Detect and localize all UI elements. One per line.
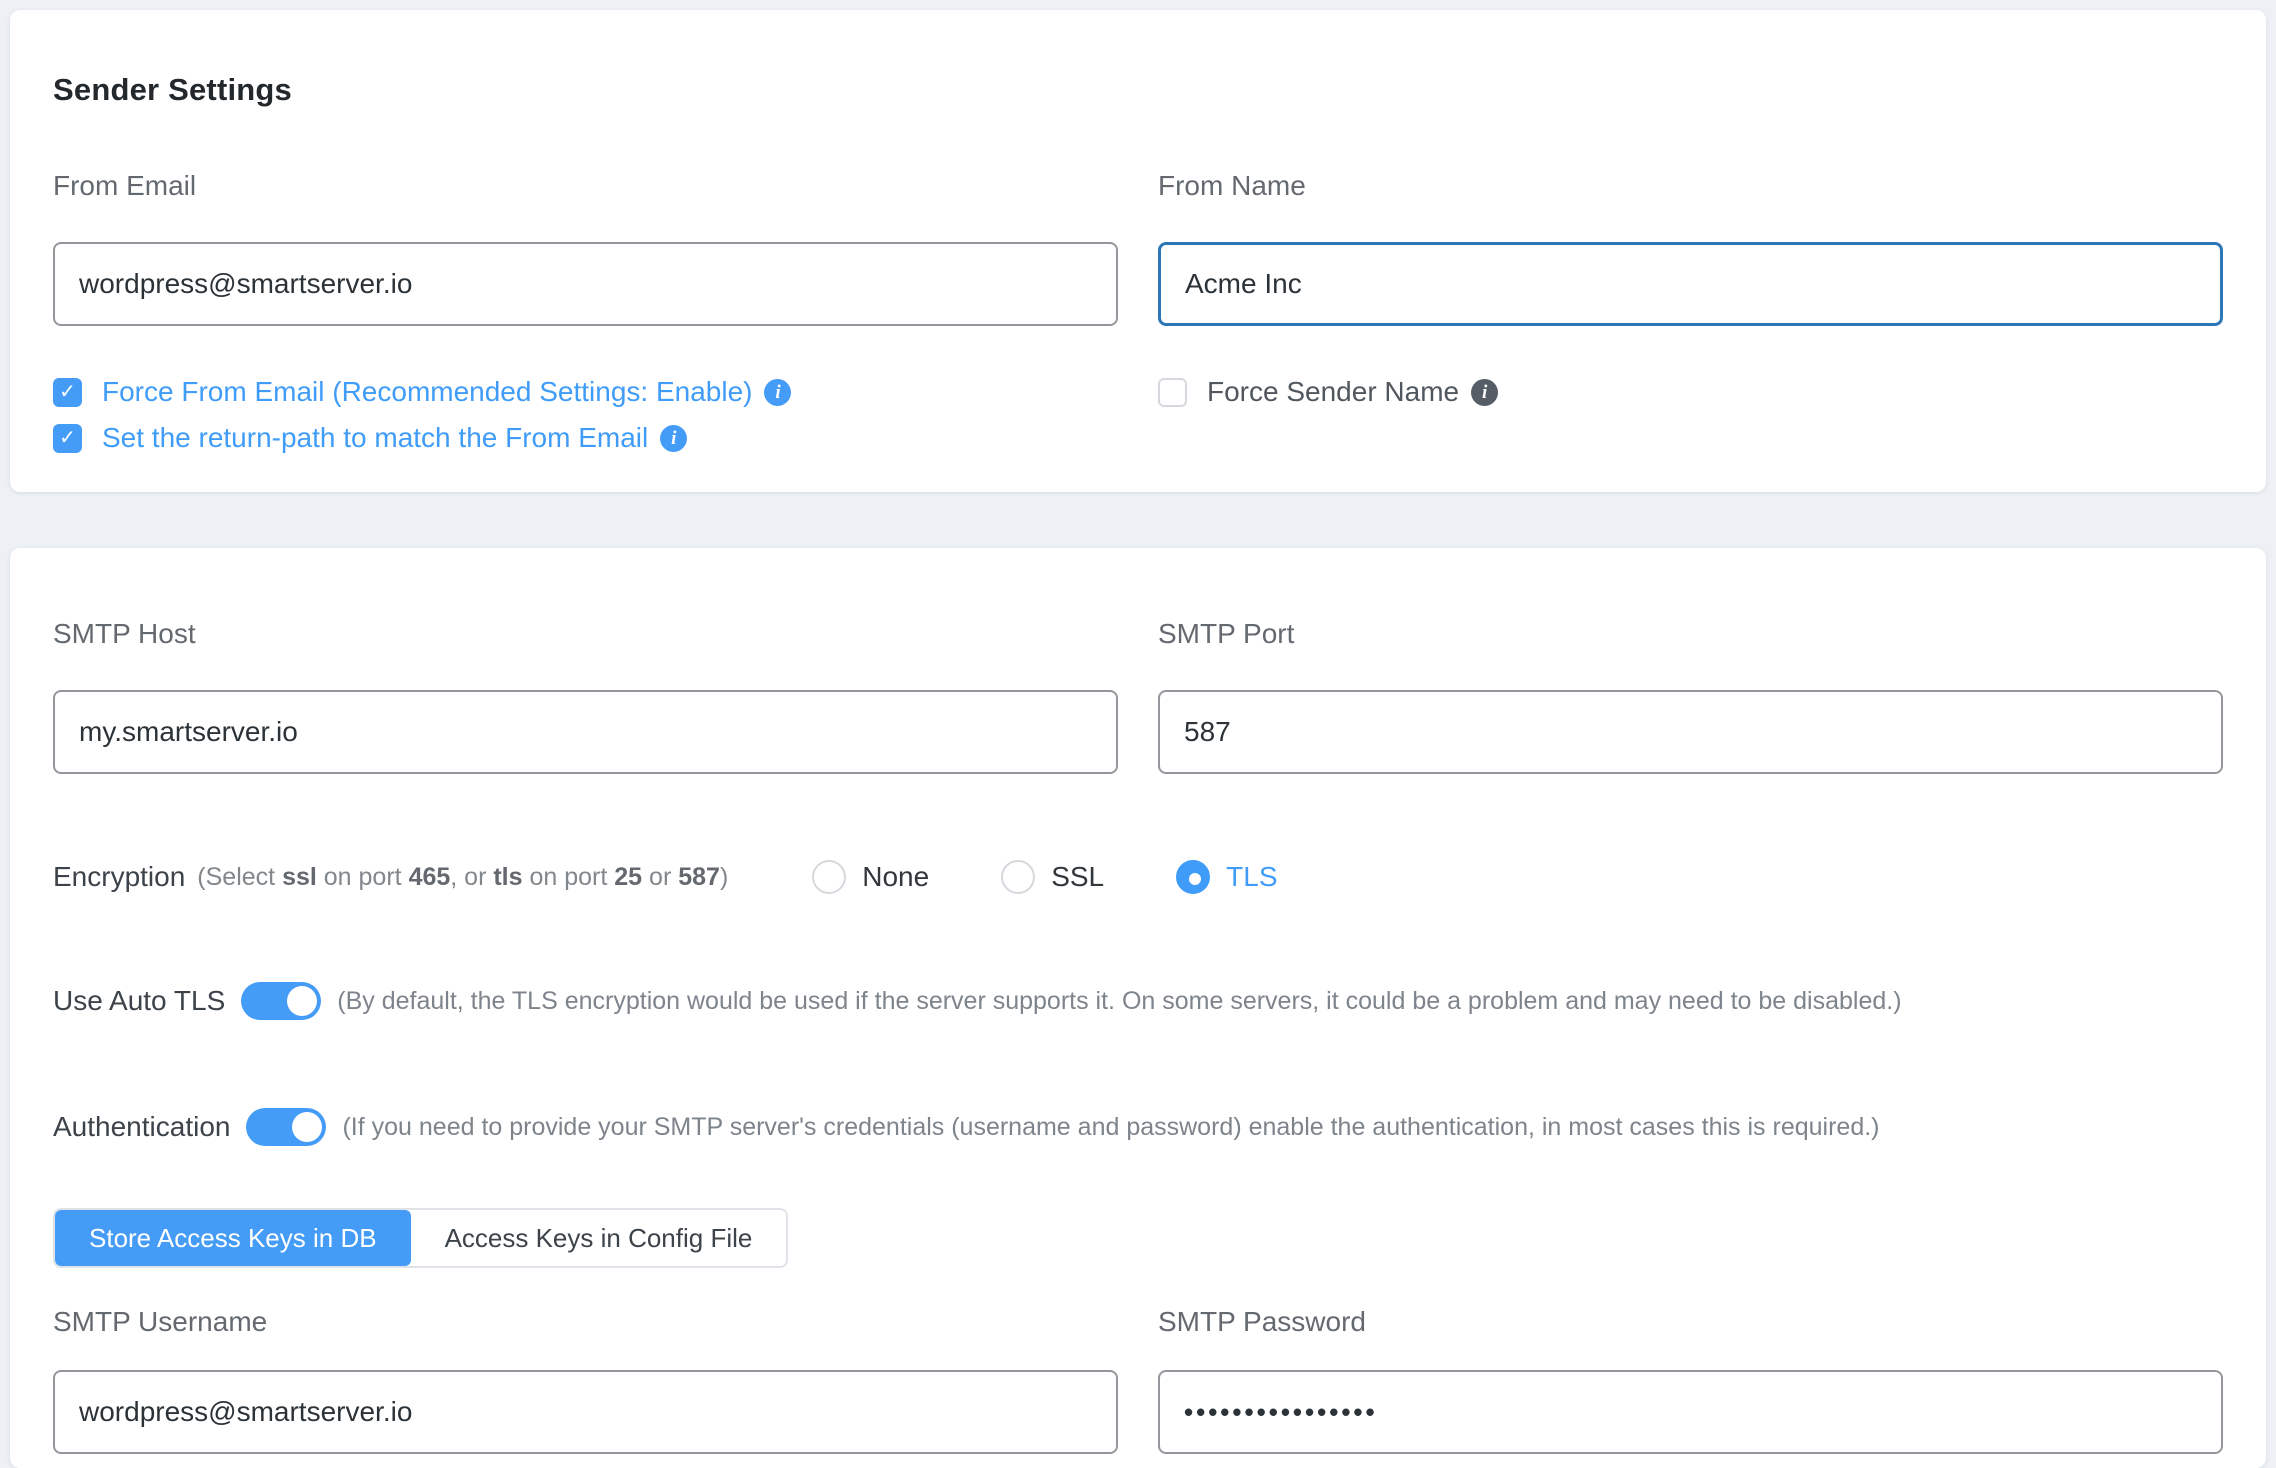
- check-icon: ✓: [59, 382, 76, 402]
- checkbox-unchecked-icon[interactable]: ✓: [1158, 378, 1187, 407]
- from-email-options: ✓ Force From Email (Recommended Settings…: [53, 376, 1118, 454]
- smtp-host-input[interactable]: [53, 690, 1118, 774]
- force-sender-name-label: Force Sender Name: [1207, 376, 1459, 408]
- authentication-toggle[interactable]: [246, 1108, 326, 1146]
- tab-keys-in-config-file[interactable]: Access Keys in Config File: [411, 1210, 787, 1266]
- return-path-checkbox-row[interactable]: ✓ Set the return-path to match the From …: [53, 422, 1118, 454]
- from-email-label: From Email: [53, 170, 1118, 202]
- encryption-radio-none[interactable]: None: [812, 860, 929, 894]
- force-sender-name-checkbox-row[interactable]: ✓ Force Sender Name i: [1158, 376, 2223, 408]
- force-from-email-checkbox-row[interactable]: ✓ Force From Email (Recommended Settings…: [53, 376, 1118, 408]
- authentication-row: Authentication (If you need to provide y…: [53, 1108, 2223, 1146]
- info-icon[interactable]: i: [764, 379, 791, 406]
- smtp-username-group: SMTP Username: [53, 1306, 1118, 1454]
- smtp-port-input[interactable]: [1158, 690, 2223, 774]
- encryption-radio-tls[interactable]: TLS: [1176, 860, 1277, 894]
- radio-icon: [1001, 860, 1035, 894]
- radio-icon: [812, 860, 846, 894]
- auto-tls-description: (By default, the TLS encryption would be…: [337, 987, 1901, 1016]
- info-icon[interactable]: i: [1471, 379, 1498, 406]
- checkbox-checked-icon[interactable]: ✓: [53, 378, 82, 407]
- smtp-password-input[interactable]: [1158, 1370, 2223, 1454]
- smtp-port-group: SMTP Port: [1158, 618, 2223, 774]
- info-icon[interactable]: i: [660, 425, 687, 452]
- from-name-input[interactable]: [1158, 242, 2223, 326]
- encryption-radio-ssl[interactable]: SSL: [1001, 860, 1104, 894]
- auto-tls-label: Use Auto TLS: [53, 985, 225, 1017]
- tab-store-keys-in-db[interactable]: Store Access Keys in DB: [55, 1210, 411, 1266]
- radio-selected-icon: [1176, 860, 1210, 894]
- from-email-group: From Email: [53, 170, 1118, 326]
- smtp-password-group: SMTP Password: [1158, 1306, 2223, 1454]
- settings-page: Sender Settings From Email From Name ✓ F…: [0, 0, 2276, 1464]
- from-name-label: From Name: [1158, 170, 2223, 202]
- smtp-username-input[interactable]: [53, 1370, 1118, 1454]
- return-path-label: Set the return-path to match the From Em…: [102, 422, 648, 454]
- encryption-hint: (Select ssl on port 465, or tls on port …: [197, 863, 728, 892]
- force-from-email-label: Force From Email (Recommended Settings: …: [102, 376, 752, 408]
- auto-tls-toggle[interactable]: [241, 982, 321, 1020]
- toggle-knob-icon: [292, 1112, 322, 1142]
- encryption-label: Encryption: [53, 861, 185, 893]
- check-icon: ✓: [59, 428, 76, 448]
- toggle-knob-icon: [287, 986, 317, 1016]
- authentication-label: Authentication: [53, 1111, 230, 1143]
- key-storage-tabs: Store Access Keys in DB Access Keys in C…: [53, 1208, 788, 1268]
- sender-settings-card: Sender Settings From Email From Name ✓ F…: [10, 10, 2266, 492]
- smtp-host-group: SMTP Host: [53, 618, 1118, 774]
- from-name-group: From Name: [1158, 170, 2223, 326]
- encryption-row: Encryption (Select ssl on port 465, or t…: [53, 860, 2223, 894]
- sender-settings-title: Sender Settings: [53, 72, 2223, 108]
- from-name-options: ✓ Force Sender Name i: [1158, 376, 2223, 454]
- authentication-description: (If you need to provide your SMTP server…: [342, 1113, 1879, 1142]
- smtp-settings-card: SMTP Host SMTP Port Encryption (Select s…: [10, 548, 2266, 1468]
- smtp-host-label: SMTP Host: [53, 618, 1118, 650]
- smtp-password-label: SMTP Password: [1158, 1306, 2223, 1338]
- smtp-port-label: SMTP Port: [1158, 618, 2223, 650]
- checkbox-checked-icon[interactable]: ✓: [53, 424, 82, 453]
- auto-tls-row: Use Auto TLS (By default, the TLS encryp…: [53, 982, 2223, 1020]
- from-email-input[interactable]: [53, 242, 1118, 326]
- smtp-username-label: SMTP Username: [53, 1306, 1118, 1338]
